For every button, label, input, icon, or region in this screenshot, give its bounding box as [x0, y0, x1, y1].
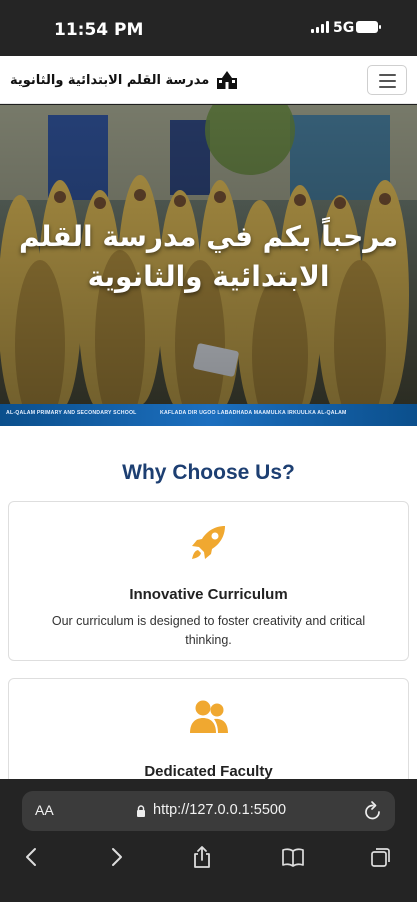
share-icon[interactable] [190, 845, 214, 869]
signal-icon [311, 21, 329, 33]
features-section: Why Choose Us? Innovative Curriculum Our… [0, 426, 417, 779]
text-size-button[interactable]: AA [35, 802, 54, 818]
tabs-icon[interactable] [369, 845, 393, 869]
school-icon [217, 71, 238, 89]
rocket-icon [192, 526, 225, 559]
hero-section: مرحباً بكم في مدرسة القلم الابتدائية وال… [0, 105, 417, 426]
navbar: مدرسة القلم الابتدائية والثانوية [0, 56, 417, 104]
banner-school-name: AL-QALAM PRIMARY AND SECONDARY SCHOOL [6, 410, 137, 416]
lock-icon [137, 805, 145, 817]
status-time: 11:54 PM [54, 20, 144, 40]
card-title: Dedicated Faculty [144, 763, 273, 779]
battery-icon [356, 21, 381, 33]
back-icon[interactable] [20, 845, 44, 869]
card-title: Innovative Curriculum [129, 586, 288, 603]
browser-toolbar: AA http://127.0.0.1:5500 [0, 779, 417, 902]
url-text[interactable]: http://127.0.0.1:5500 [153, 802, 286, 818]
menu-toggle-button[interactable] [367, 65, 407, 95]
network-type: 5G [333, 20, 355, 36]
card-description: Our curriculum is designed to foster cre… [51, 614, 366, 647]
brand-name: مدرسة القلم الابتدائية والثانوية [10, 72, 210, 88]
section-title: Why Choose Us? [122, 461, 295, 484]
address-bar[interactable]: AA http://127.0.0.1:5500 [22, 791, 395, 831]
hero-banner: AL-QALAM PRIMARY AND SECONDARY SCHOOL KA… [0, 404, 417, 426]
banner-caption: KAFLADA DIR UGOO LABADHADA MAAMULKA IRKU… [160, 410, 347, 416]
forward-icon[interactable] [104, 845, 128, 869]
hero-title: مرحباً بكم في مدرسة القلم الابتدائية وال… [18, 220, 399, 293]
status-bar: 11:54 PM 5G [0, 0, 417, 56]
users-icon [190, 700, 228, 733]
bookmarks-icon[interactable] [281, 845, 305, 869]
feature-card: Dedicated Faculty [8, 678, 409, 779]
navbar-brand[interactable]: مدرسة القلم الابتدائية والثانوية [10, 68, 238, 92]
reload-icon[interactable] [363, 800, 383, 822]
feature-card: Innovative Curriculum Our curriculum is … [8, 501, 409, 661]
